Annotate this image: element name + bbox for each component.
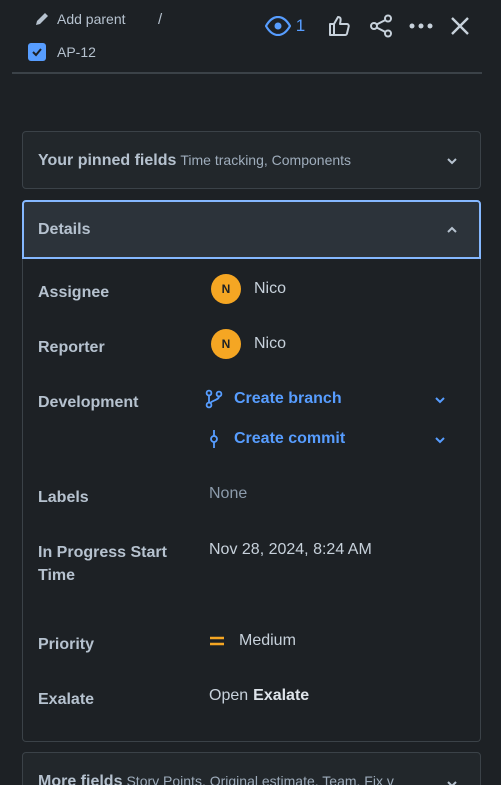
issue-key-link[interactable]: AP-12 — [28, 43, 96, 61]
labels-label: Labels — [38, 489, 89, 506]
share-icon — [370, 14, 392, 38]
in-progress-label-line1: In Progress Start — [38, 544, 167, 561]
close-icon — [451, 17, 469, 35]
task-checkbox-icon — [28, 43, 46, 61]
close-button[interactable] — [449, 12, 471, 40]
more-icon — [409, 23, 433, 29]
like-button[interactable] — [328, 12, 350, 40]
pinned-fields-title: Your pinned fields Time tracking, Compone… — [38, 152, 351, 170]
more-fields-title: More fields Story Points, Original estima… — [38, 773, 394, 785]
priority-medium-icon — [210, 636, 224, 646]
thumbs-up-icon — [329, 16, 350, 36]
eye-icon — [264, 16, 291, 36]
reporter-label: Reporter — [38, 339, 105, 356]
avatar: N — [211, 274, 241, 304]
share-button[interactable] — [369, 12, 393, 40]
chevron-down-icon[interactable] — [434, 434, 446, 446]
in-progress-label-line2: Time — [38, 567, 76, 584]
exalate-label: Exalate — [38, 691, 95, 708]
open-exalate-link[interactable]: Open Exalate — [209, 687, 309, 705]
pinned-fields-panel[interactable]: Your pinned fields Time tracking, Compone… — [22, 131, 481, 189]
reporter-field[interactable]: N Nico — [211, 329, 286, 359]
avatar: N — [211, 329, 241, 359]
exalate-name: Exalate — [253, 687, 310, 704]
more-actions-button[interactable] — [409, 12, 433, 40]
breadcrumb-separator: / — [158, 11, 163, 28]
priority-label: Priority — [38, 636, 95, 653]
create-commit-label: Create commit — [234, 430, 346, 447]
more-fields-subtitle: Story Points, Original estimate, Team, F… — [126, 773, 394, 785]
watch-count: 1 — [295, 16, 306, 35]
in-progress-start-time-label: In Progress Start Time — [38, 541, 167, 587]
reporter-name: Nico — [254, 335, 287, 352]
priority-field[interactable]: Medium — [209, 632, 296, 650]
assignee-label: Assignee — [38, 284, 110, 301]
branch-icon — [205, 389, 223, 409]
chevron-up-icon — [447, 226, 457, 233]
commit-icon — [210, 430, 218, 448]
development-label: Development — [38, 394, 139, 411]
issue-side-panel: Add parent / AP-12 1 Your pinned fields … — [0, 0, 501, 785]
create-branch-label: Create branch — [234, 390, 342, 407]
priority-value: Medium — [239, 632, 296, 649]
chevron-down-icon[interactable] — [434, 394, 446, 406]
create-commit-link[interactable]: Create commit — [204, 429, 345, 449]
assignee-field[interactable]: N Nico — [211, 274, 286, 304]
header-divider — [12, 72, 482, 74]
in-progress-start-time-value[interactable]: Nov 28, 2024, 8:24 AM — [209, 541, 372, 559]
top-actions: 1 — [260, 12, 471, 40]
add-parent-button[interactable]: Add parent — [34, 11, 126, 27]
exalate-open-text: Open — [209, 687, 249, 704]
labels-value[interactable]: None — [209, 485, 247, 503]
chevron-down-icon — [447, 781, 457, 785]
chevron-down-icon — [447, 158, 457, 165]
more-fields-title-text: More fields — [38, 773, 123, 785]
more-fields-panel[interactable]: More fields Story Points, Original estima… — [22, 752, 481, 785]
add-parent-label: Add parent — [57, 11, 126, 27]
create-branch-link[interactable]: Create branch — [204, 389, 342, 409]
pinned-fields-subtitle: Time tracking, Components — [180, 152, 352, 168]
watch-button[interactable]: 1 — [260, 12, 310, 40]
assignee-name: Nico — [254, 280, 287, 297]
pinned-title-text: Your pinned fields — [38, 152, 177, 169]
details-title: Details — [38, 221, 91, 238]
issue-key: AP-12 — [57, 44, 96, 60]
pencil-icon — [36, 13, 48, 25]
details-section-header[interactable]: Details — [22, 200, 481, 259]
